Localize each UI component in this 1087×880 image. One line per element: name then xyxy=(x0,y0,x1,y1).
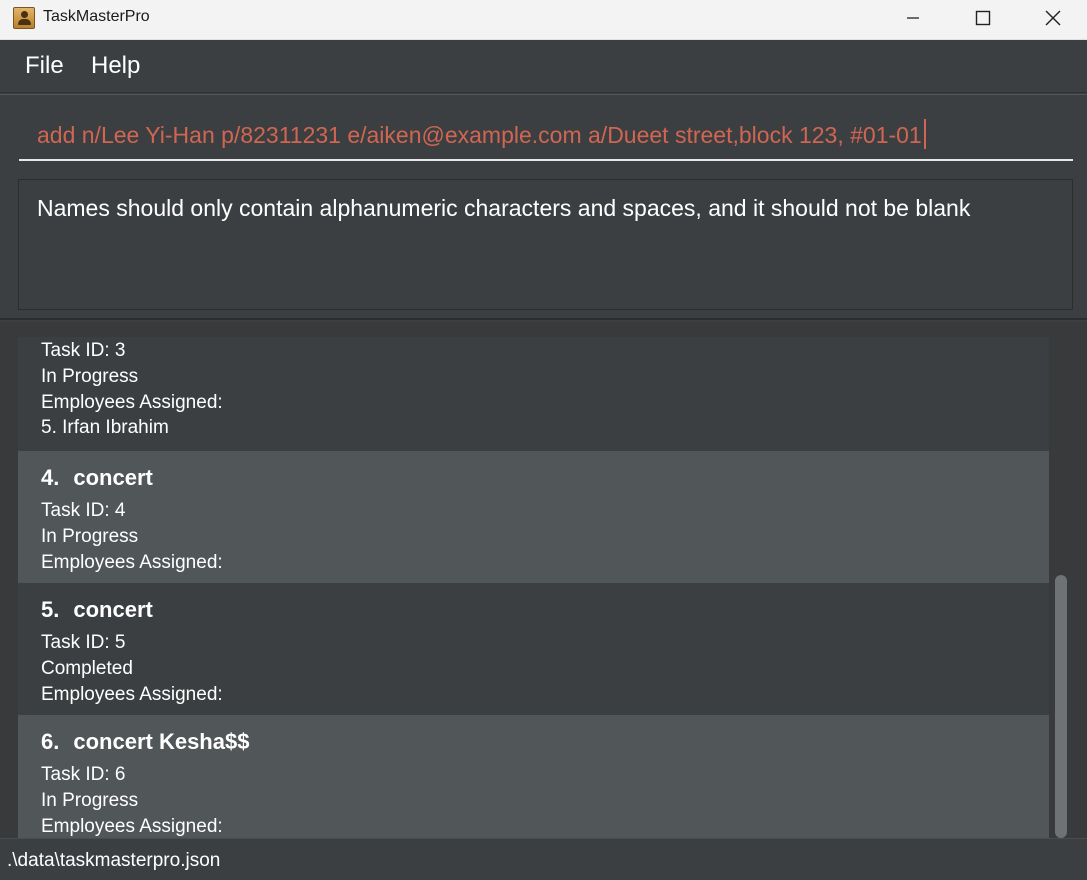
data-file-path: .\data\taskmasterpro.json xyxy=(7,850,221,871)
task-status: In Progress xyxy=(41,790,139,811)
command-area: add n/Lee Yi-Han p/82311231 e/aiken@exam… xyxy=(0,94,1087,169)
task-title: 4. concert xyxy=(41,465,153,491)
task-list-panel: Task ID: 3 In Progress Employees Assigne… xyxy=(0,322,1087,838)
menu-help[interactable]: Help xyxy=(91,52,140,80)
task-title: 5. concert xyxy=(41,597,153,623)
task-id: Task ID: 3 xyxy=(41,340,126,361)
maximize-button[interactable] xyxy=(948,0,1018,36)
status-bar: .\data\taskmasterpro.json xyxy=(0,838,1087,880)
task-index: 4. xyxy=(41,465,60,490)
task-status: In Progress xyxy=(41,526,139,547)
text-caret xyxy=(923,119,926,149)
task-card[interactable]: 5. concert Task ID: 5 Completed Employees… xyxy=(18,583,1049,715)
close-icon xyxy=(1045,10,1061,26)
task-id: Task ID: 5 xyxy=(41,632,126,653)
employees-label: Employees Assigned: xyxy=(41,552,223,573)
maximize-icon xyxy=(975,10,991,26)
app-icon xyxy=(13,7,35,29)
menu-file[interactable]: File xyxy=(25,52,64,80)
employees-label: Employees Assigned: xyxy=(41,816,223,837)
close-button[interactable] xyxy=(1018,0,1087,36)
task-name: concert xyxy=(73,465,153,490)
task-index: 5. xyxy=(41,597,60,622)
task-title: 6. concert Kesha$$ xyxy=(41,729,249,755)
window-title: TaskMasterPro xyxy=(43,8,150,25)
task-card[interactable]: 6. concert Kesha$$ Task ID: 6 In Progress… xyxy=(18,715,1049,838)
task-index: 6. xyxy=(41,729,60,754)
employees-label: Employees Assigned: xyxy=(41,392,223,413)
task-id: Task ID: 6 xyxy=(41,764,126,785)
result-display-area: Names should only contain alphanumeric c… xyxy=(0,170,1087,320)
task-status: Completed xyxy=(41,658,133,679)
command-text: add n/Lee Yi-Han p/82311231 e/aiken@exam… xyxy=(37,122,922,148)
result-message: Names should only contain alphanumeric c… xyxy=(37,195,971,221)
result-display: Names should only contain alphanumeric c… xyxy=(18,179,1073,310)
title-bar: TaskMasterPro xyxy=(0,0,1087,40)
menu-bar: File Help xyxy=(0,40,1087,93)
task-card[interactable]: 4. concert Task ID: 4 In Progress Employe… xyxy=(18,451,1049,583)
command-input[interactable]: add n/Lee Yi-Han p/82311231 e/aiken@exam… xyxy=(19,95,1073,161)
task-id: Task ID: 4 xyxy=(41,500,126,521)
task-name: concert xyxy=(73,597,153,622)
task-card[interactable]: Task ID: 3 In Progress Employees Assigne… xyxy=(18,337,1049,451)
employee-entry: 5. Irfan Ibrahim xyxy=(41,417,169,438)
task-name: concert Kesha$$ xyxy=(73,729,250,754)
command-text-wrap: add n/Lee Yi-Han p/82311231 e/aiken@exam… xyxy=(37,119,926,149)
employees-label: Employees Assigned: xyxy=(41,684,223,705)
task-list[interactable]: Task ID: 3 In Progress Employees Assigne… xyxy=(18,337,1049,838)
scrollbar-thumb[interactable] xyxy=(1055,575,1067,838)
minimize-icon xyxy=(907,17,919,19)
minimize-button[interactable] xyxy=(878,0,948,36)
task-status: In Progress xyxy=(41,366,139,387)
